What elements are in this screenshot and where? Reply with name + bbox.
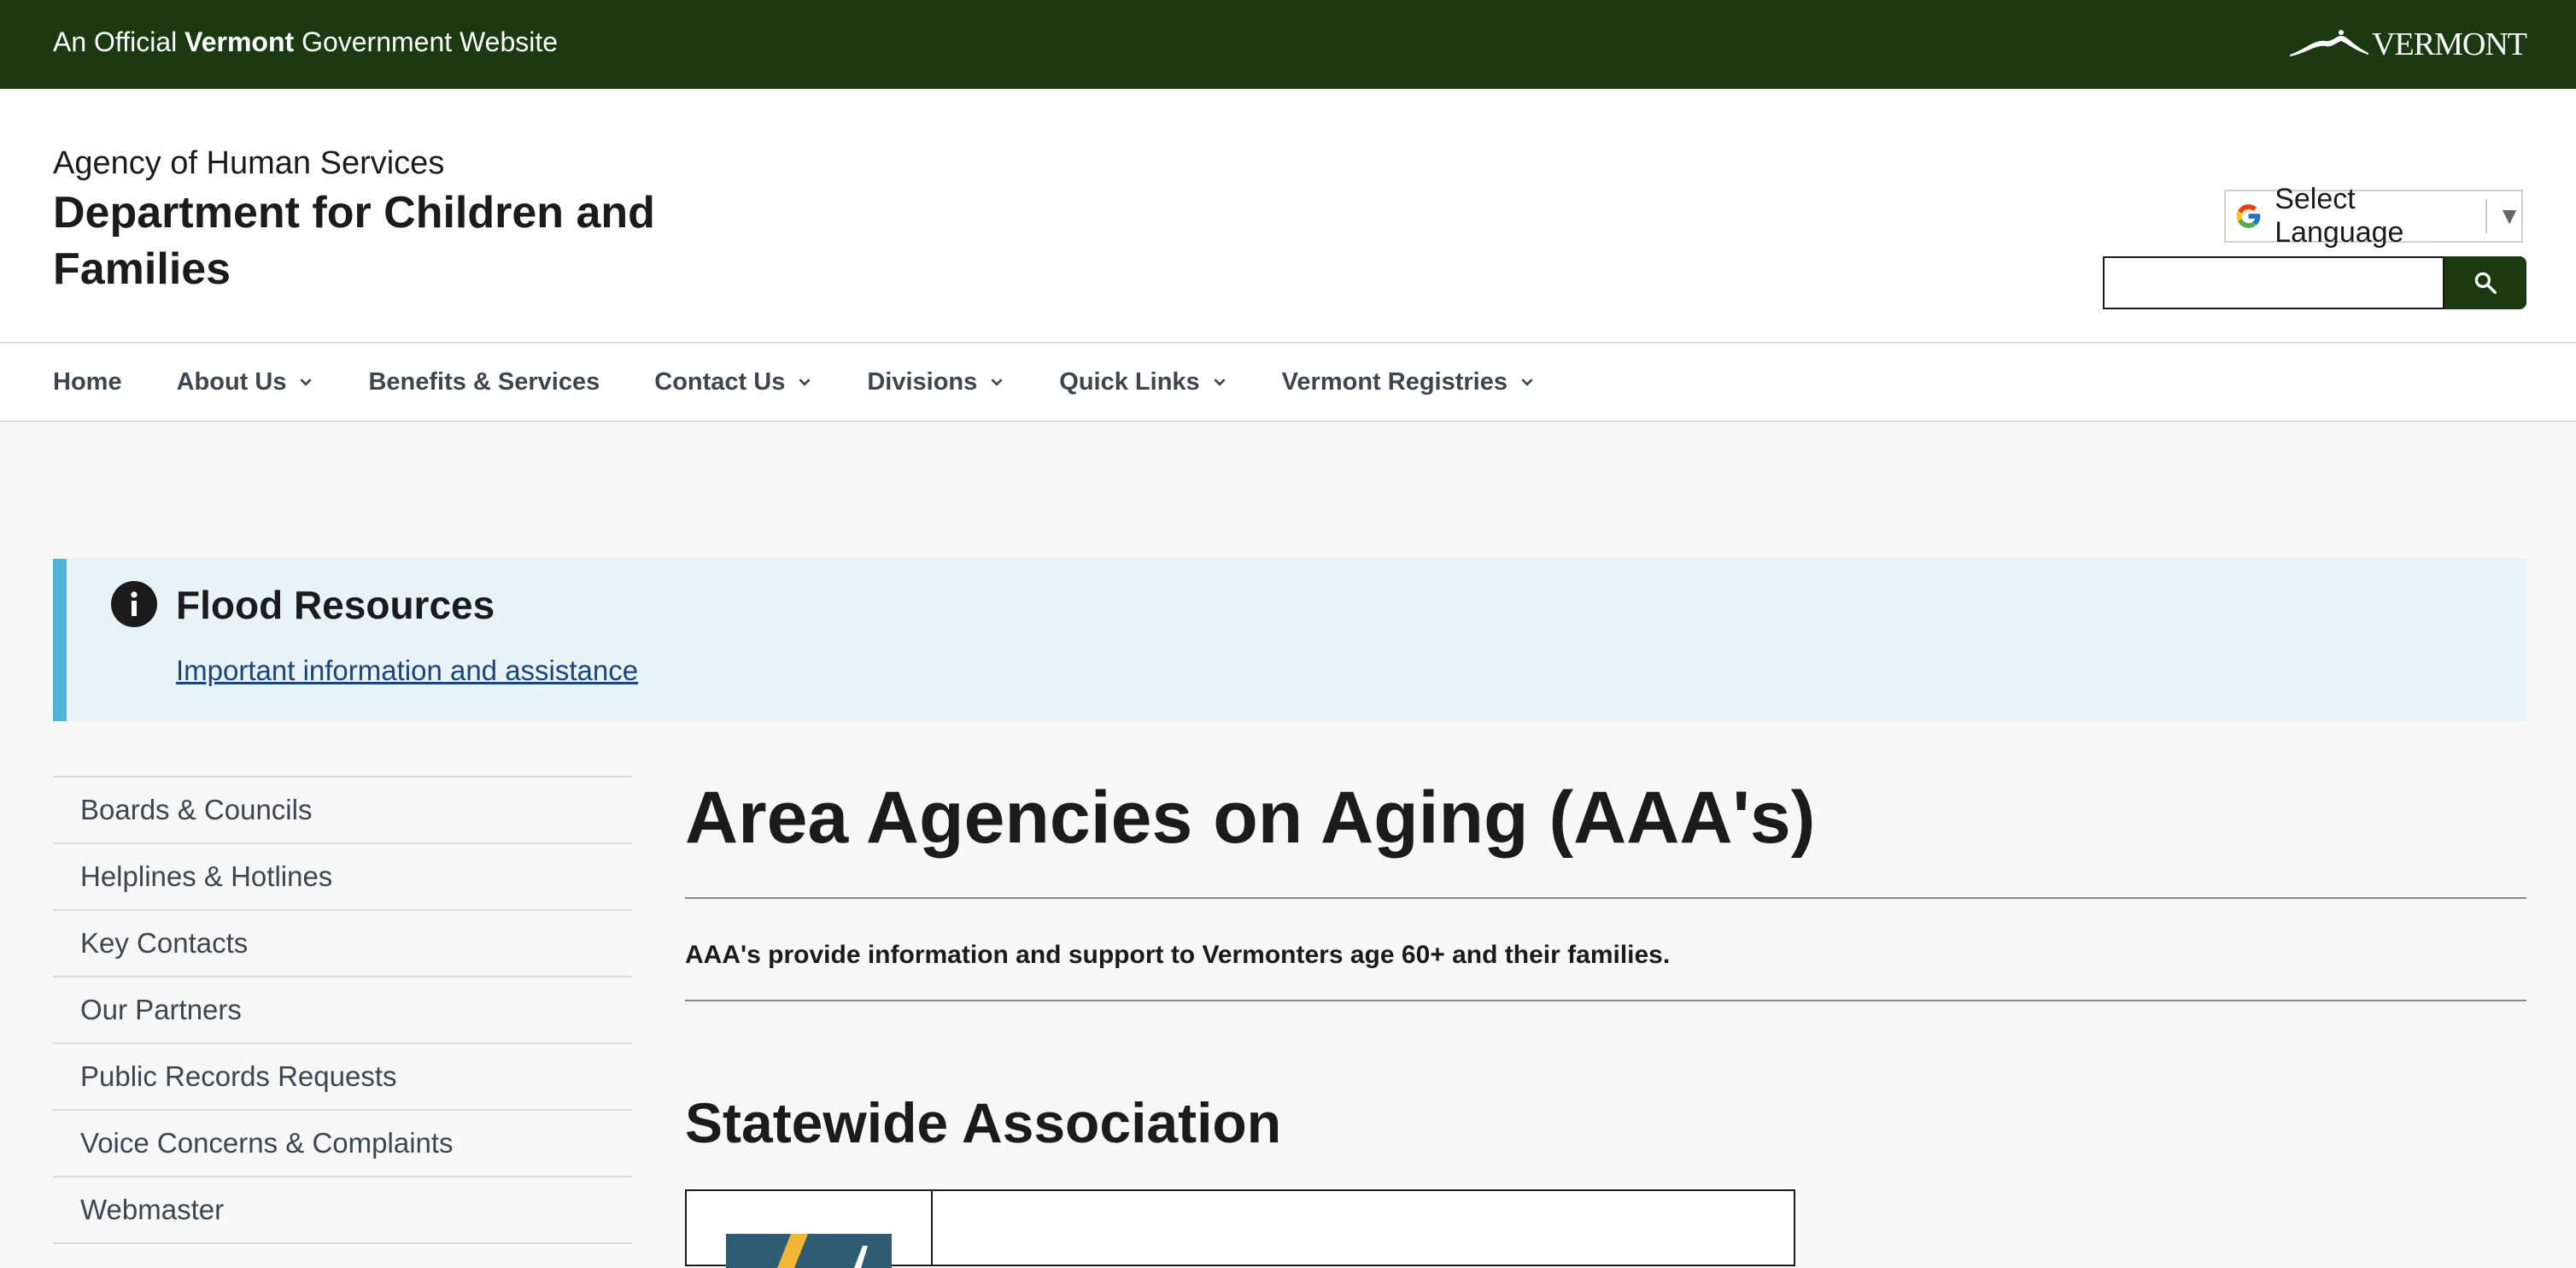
sidebar-item-our-partners[interactable]: Our Partners xyxy=(53,977,632,1044)
section-title: Statewide Association xyxy=(685,1091,1282,1154)
divider xyxy=(685,1000,2526,1001)
nav-list: Home About Us Benefits & Services Contac… xyxy=(53,343,1590,420)
nav-label: Divisions xyxy=(867,367,978,396)
association-logo-graphic xyxy=(726,1234,892,1268)
card-divider xyxy=(931,1191,933,1265)
nav-item-vermont-registries[interactable]: Vermont Registries xyxy=(1282,368,1535,396)
chevron-down-icon xyxy=(799,379,811,386)
official-state: Vermont xyxy=(184,26,295,57)
main-navigation: Home About Us Benefits & Services Contac… xyxy=(0,343,2576,422)
nav-item-benefits-services[interactable]: Benefits & Services xyxy=(368,368,600,396)
search-button[interactable] xyxy=(2444,256,2526,309)
sidebar-item-label: Helplines & Hotlines xyxy=(80,860,333,892)
chevron-down-icon xyxy=(1521,379,1533,386)
language-label: Select Language xyxy=(2274,183,2404,249)
nav-label: Benefits & Services xyxy=(368,367,600,396)
sidebar-item-boards-councils[interactable]: Boards & Councils xyxy=(53,778,632,844)
association-card xyxy=(685,1189,1795,1268)
official-gov-banner: An Official Vermont Government Website V… xyxy=(0,0,2576,89)
info-icon xyxy=(111,581,157,627)
page-lead: AAA's provide information and support to… xyxy=(685,941,1671,969)
search-icon xyxy=(2474,272,2497,294)
search-input[interactable] xyxy=(2103,256,2444,309)
official-suffix: Government Website xyxy=(302,26,559,57)
nav-label: Vermont Registries xyxy=(1281,367,1508,396)
nav-item-contact-us[interactable]: Contact Us xyxy=(654,368,812,396)
nav-item-divisions[interactable]: Divisions xyxy=(867,368,1004,396)
vermont-logo[interactable]: VERMONT xyxy=(2288,24,2527,65)
vermont-wordmark: VERMONT xyxy=(2372,26,2527,62)
chevron-down-icon xyxy=(991,379,1003,386)
sidebar-item-label: Public Records Requests xyxy=(80,1060,397,1092)
nav-label: Contact Us xyxy=(654,367,786,396)
nav-item-quick-links[interactable]: Quick Links xyxy=(1059,368,1227,396)
sidebar-item-webmaster[interactable]: Webmaster xyxy=(53,1177,632,1244)
nav-label: Home xyxy=(53,367,122,396)
language-selector[interactable]: Select Language ▼ xyxy=(2224,183,2523,249)
google-icon xyxy=(2236,204,2261,228)
department-name[interactable]: Department for Children and Families xyxy=(53,185,668,297)
page-title: Area Agencies on Aging (AAA's) xyxy=(685,777,1816,859)
sidebar-item-public-records[interactable]: Public Records Requests xyxy=(53,1044,632,1111)
sidebar-item-label: Voice Concerns & Complaints xyxy=(80,1127,454,1159)
alert-link[interactable]: Important information and assistance xyxy=(176,649,638,692)
official-website-text: An Official Vermont Government Website xyxy=(53,22,558,62)
mountain-logo-icon xyxy=(2290,30,2369,56)
flood-alert: Flood Resources Important information an… xyxy=(53,559,2526,721)
sidebar-nav: Boards & Councils Helplines & Hotlines K… xyxy=(53,776,632,1244)
sidebar-item-voice-concerns[interactable]: Voice Concerns & Complaints xyxy=(53,1111,632,1177)
sidebar-item-label: Webmaster xyxy=(80,1194,225,1225)
official-prefix: An Official xyxy=(53,26,178,57)
chevron-down-icon xyxy=(300,379,313,386)
sidebar-item-label: Key Contacts xyxy=(80,927,249,959)
agency-name[interactable]: Agency of Human Services xyxy=(53,142,444,185)
divider xyxy=(685,897,2526,899)
chevron-down-icon xyxy=(1214,379,1226,386)
nav-item-about-us[interactable]: About Us xyxy=(177,368,314,396)
nav-item-home[interactable]: Home xyxy=(53,368,122,396)
sidebar-item-label: Boards & Councils xyxy=(80,794,313,825)
sidebar-item-key-contacts[interactable]: Key Contacts xyxy=(53,911,632,977)
sidebar-item-helplines-hotlines[interactable]: Helplines & Hotlines xyxy=(53,844,632,911)
sidebar-item-label: Our Partners xyxy=(80,994,242,1025)
association-logo xyxy=(726,1234,892,1268)
caret-down-icon: ▼ xyxy=(2497,203,2521,229)
nav-label: Quick Links xyxy=(1059,367,1200,396)
nav-label: About Us xyxy=(176,367,287,396)
language-divider xyxy=(2485,199,2488,233)
alert-title: Flood Resources xyxy=(176,583,495,627)
site-header: Agency of Human Services Department for … xyxy=(0,89,2576,343)
